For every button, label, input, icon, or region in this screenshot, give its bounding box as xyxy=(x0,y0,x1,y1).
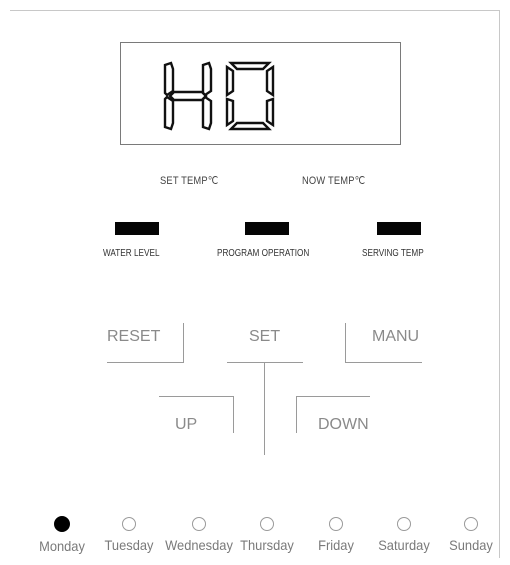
day-sunday[interactable]: Sunday xyxy=(426,510,510,560)
center-divider-line xyxy=(264,363,265,455)
set-button[interactable]: SET xyxy=(249,328,280,346)
day-radio-icon xyxy=(464,517,478,531)
day-radio-icon xyxy=(192,517,206,531)
down-button-border-left xyxy=(296,396,297,433)
reset-button-border-right xyxy=(183,323,184,363)
day-radio-selected-icon xyxy=(54,516,70,532)
water-level-label: WATER LEVEL xyxy=(103,248,160,259)
lcd-display: HO xyxy=(120,42,401,145)
seven-segment-digits xyxy=(163,61,275,131)
manu-button-border-bottom xyxy=(345,362,422,363)
serving-temp-indicator xyxy=(377,222,421,235)
manu-button[interactable]: MANU xyxy=(372,328,419,346)
up-button-border-top xyxy=(159,396,233,397)
digit-h xyxy=(163,61,213,131)
up-button-border-right xyxy=(233,396,234,433)
day-label: Sunday xyxy=(449,537,493,553)
down-button-border-top xyxy=(296,396,370,397)
down-button[interactable]: DOWN xyxy=(318,416,369,434)
day-radio-icon xyxy=(260,517,274,531)
serving-temp-label: SERVING TEMP xyxy=(362,248,424,259)
program-operation-indicator xyxy=(245,222,289,235)
set-button-border-bottom xyxy=(227,362,303,363)
now-temp-label: NOW TEMP℃ xyxy=(302,175,366,187)
set-temp-label: SET TEMP℃ xyxy=(160,175,219,187)
reset-button[interactable]: RESET xyxy=(107,328,160,346)
day-radio-icon xyxy=(329,517,343,531)
day-radio-icon xyxy=(122,517,136,531)
reset-button-border-bottom xyxy=(107,362,184,363)
manu-button-border-left xyxy=(345,323,346,363)
lcd-readout: HO xyxy=(121,43,122,44)
water-level-indicator xyxy=(115,222,159,235)
day-radio-icon xyxy=(397,517,411,531)
digit-o xyxy=(225,61,275,131)
program-operation-label: PROGRAM OPERATION xyxy=(217,248,310,259)
up-button[interactable]: UP xyxy=(175,416,197,434)
